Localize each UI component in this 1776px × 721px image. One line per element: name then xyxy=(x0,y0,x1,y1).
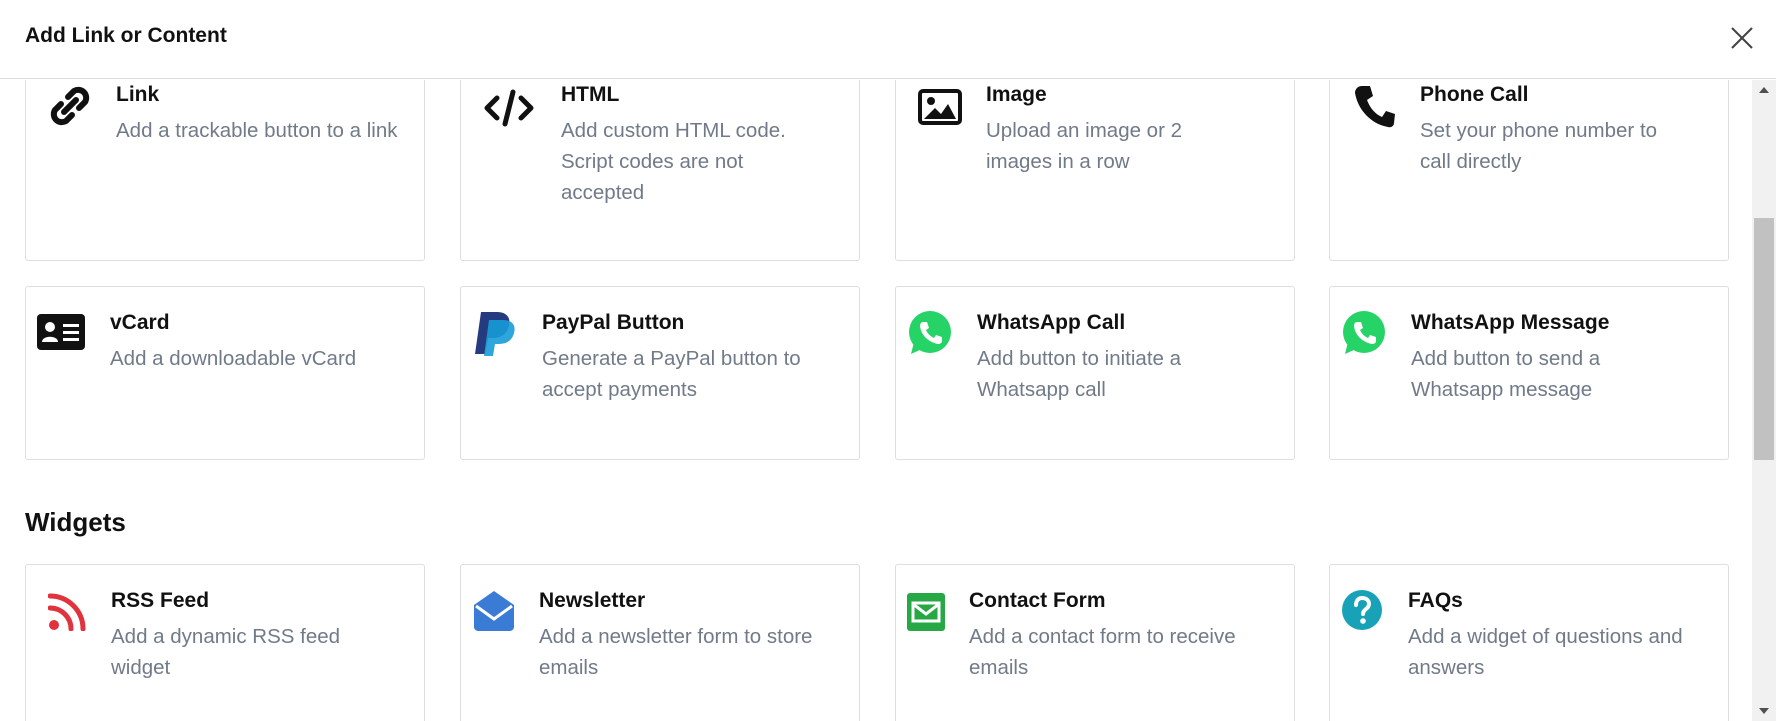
close-icon xyxy=(1731,27,1753,49)
card-title: Link xyxy=(116,83,160,106)
card-title: WhatsApp Message xyxy=(1411,311,1610,334)
link-icon xyxy=(50,86,90,126)
card-title: WhatsApp Call xyxy=(977,311,1126,334)
envelope-icon xyxy=(907,593,945,631)
card-phone-call[interactable]: Phone Call Set your phone number to call… xyxy=(1329,80,1729,261)
card-contact-form[interactable]: Contact Form Add a contact form to recei… xyxy=(895,564,1295,721)
card-title: HTML xyxy=(561,83,620,106)
card-description: Add a widget of questions and answers xyxy=(1408,625,1683,679)
arrow-down-icon xyxy=(1759,708,1769,714)
code-icon xyxy=(484,89,534,127)
card-title: FAQs xyxy=(1408,589,1463,612)
card-rss-feed[interactable]: RSS Feed Add a dynamic RSS feed widget xyxy=(25,564,425,721)
paypal-icon xyxy=(475,312,515,356)
scrollbar[interactable] xyxy=(1752,80,1776,721)
arrow-up-icon xyxy=(1759,87,1769,93)
card-title: RSS Feed xyxy=(111,589,210,612)
card-title: Contact Form xyxy=(969,589,1106,612)
card-description: Add a contact form to receive emails xyxy=(969,625,1236,679)
card-title: Image xyxy=(986,83,1047,106)
card-vcard[interactable]: vCard Add a downloadable vCard xyxy=(25,286,425,460)
add-content-modal: Add Link or Content Link Add a trackable… xyxy=(0,0,1776,721)
card-title: Phone Call xyxy=(1420,83,1529,106)
modal-title: Add Link or Content xyxy=(25,24,227,47)
section-heading-widgets: Widgets xyxy=(25,507,126,537)
scroll-up-button[interactable] xyxy=(1752,80,1776,100)
card-description: Add a downloadable vCard xyxy=(110,347,357,370)
card-description: Generate a PayPal button to accept payme… xyxy=(542,347,801,401)
question-circle-icon xyxy=(1342,590,1382,630)
card-description: Set your phone number to call directly xyxy=(1420,119,1658,173)
phone-icon xyxy=(1355,86,1395,128)
card-title: PayPal Button xyxy=(542,311,685,334)
card-link[interactable]: Link Add a trackable button to a link xyxy=(25,80,425,261)
card-description: Add button to initiate a Whatsapp call xyxy=(977,347,1182,401)
card-paypal-button[interactable]: PayPal Button Generate a PayPal button t… xyxy=(460,286,860,460)
close-button[interactable] xyxy=(1728,24,1756,52)
content-list: Link Add a trackable button to a link HT… xyxy=(0,80,1752,721)
card-description: Add a dynamic RSS feed widget xyxy=(111,625,341,679)
image-icon xyxy=(918,89,962,125)
card-description: Add custom HTML code. Script codes are n… xyxy=(561,119,786,204)
whatsapp-icon xyxy=(1343,311,1385,354)
card-title: vCard xyxy=(110,311,170,334)
rss-icon xyxy=(48,593,86,631)
card-description: Add a trackable button to a link xyxy=(116,119,398,142)
whatsapp-icon xyxy=(909,311,951,354)
card-title: Newsletter xyxy=(539,589,646,612)
card-newsletter[interactable]: Newsletter Add a newsletter form to stor… xyxy=(460,564,860,721)
card-faqs[interactable]: FAQs Add a widget of questions and answe… xyxy=(1329,564,1729,721)
card-description: Add a newsletter form to store emails xyxy=(539,625,813,679)
card-whatsapp-message[interactable]: WhatsApp Message Add button to send a Wh… xyxy=(1329,286,1729,460)
modal-header: Add Link or Content xyxy=(0,0,1776,79)
envelope-open-icon xyxy=(474,591,514,631)
card-image[interactable]: Image Upload an image or 2 images in a r… xyxy=(895,80,1295,261)
card-html[interactable]: HTML Add custom HTML code. Script codes … xyxy=(460,80,860,261)
card-description: Add button to send a Whatsapp message xyxy=(1411,347,1601,401)
scroll-down-button[interactable] xyxy=(1752,701,1776,721)
card-whatsapp-call[interactable]: WhatsApp Call Add button to initiate a W… xyxy=(895,286,1295,460)
card-description: Upload an image or 2 images in a row xyxy=(986,119,1183,173)
scrollbar-thumb[interactable] xyxy=(1754,218,1774,460)
id-card-icon xyxy=(37,314,85,350)
